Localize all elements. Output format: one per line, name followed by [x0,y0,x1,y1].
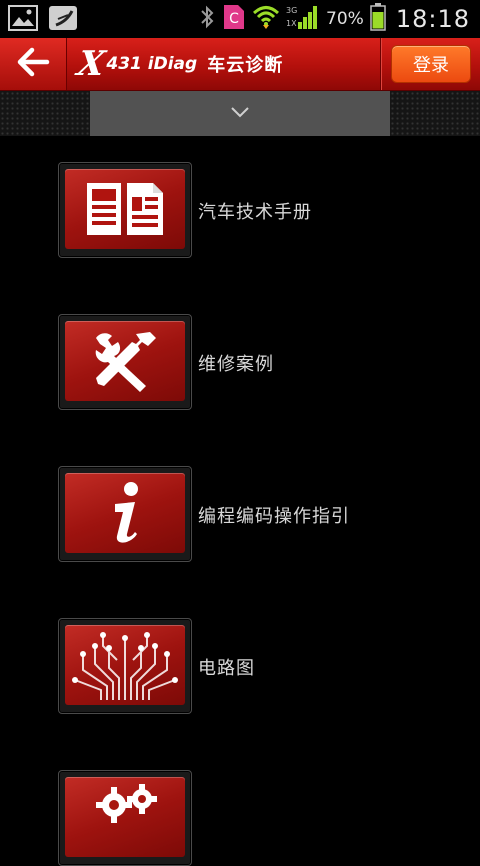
page-title: 车云诊断 [207,55,284,76]
battery-icon [370,3,386,35]
login-button[interactable]: 登录 [391,45,471,83]
menu-item-label: 电路图 [198,658,255,679]
menu-item-settings[interactable] [58,770,478,866]
logo-mark: X [74,44,108,84]
menu-tile[interactable] [58,770,192,866]
signal-icon: 3G 1X [286,4,320,34]
logo-brand: 431 iDiag [106,54,198,74]
battery-percent: 70% [326,9,364,29]
menu-item-programming-guide[interactable]: 编程编码操作指引 [58,466,478,562]
gears-icon [90,783,160,823]
menu-tile[interactable] [58,618,192,714]
menu-item-technical-manual[interactable]: 汽车技术手册 [58,162,478,258]
menu-item-label: 汽车技术手册 [198,202,312,223]
menu-tile[interactable] [58,162,192,258]
back-button[interactable] [0,38,67,90]
app-logo: X 431 iDiag 车云诊断 [74,44,284,84]
arrow-left-icon [16,47,50,81]
music-note-icon [48,5,78,35]
manual-book-icon [83,177,167,241]
gallery-icon [8,5,38,35]
info-icon [105,480,145,546]
dropdown-toggle[interactable] [90,91,390,136]
wrench-screwdriver-icon [90,328,160,394]
svg-text:3G: 3G [286,6,297,15]
status-bar: C 3G 1X 70% 18:18 [0,0,480,38]
header-divider [380,38,381,90]
app-header: X 431 iDiag 车云诊断 登录 [0,38,480,91]
circuit-icon [69,630,181,700]
c-app-icon: C [222,4,246,34]
menu-item-label: 编程编码操作指引 [198,506,350,527]
chevron-down-icon [229,104,251,123]
menu-item-repair-cases[interactable]: 维修案例 [58,314,478,410]
menu-item-label: 维修案例 [198,354,274,375]
bluetooth-icon [198,4,216,34]
svg-text:1X: 1X [286,19,297,28]
wifi-icon [252,4,280,34]
menu-tile[interactable] [58,466,192,562]
menu-tile[interactable] [58,314,192,410]
clock: 18:18 [395,5,470,33]
menu-item-circuit-diagram[interactable]: 电路图 [58,618,478,714]
svg-text:C: C [229,11,239,27]
